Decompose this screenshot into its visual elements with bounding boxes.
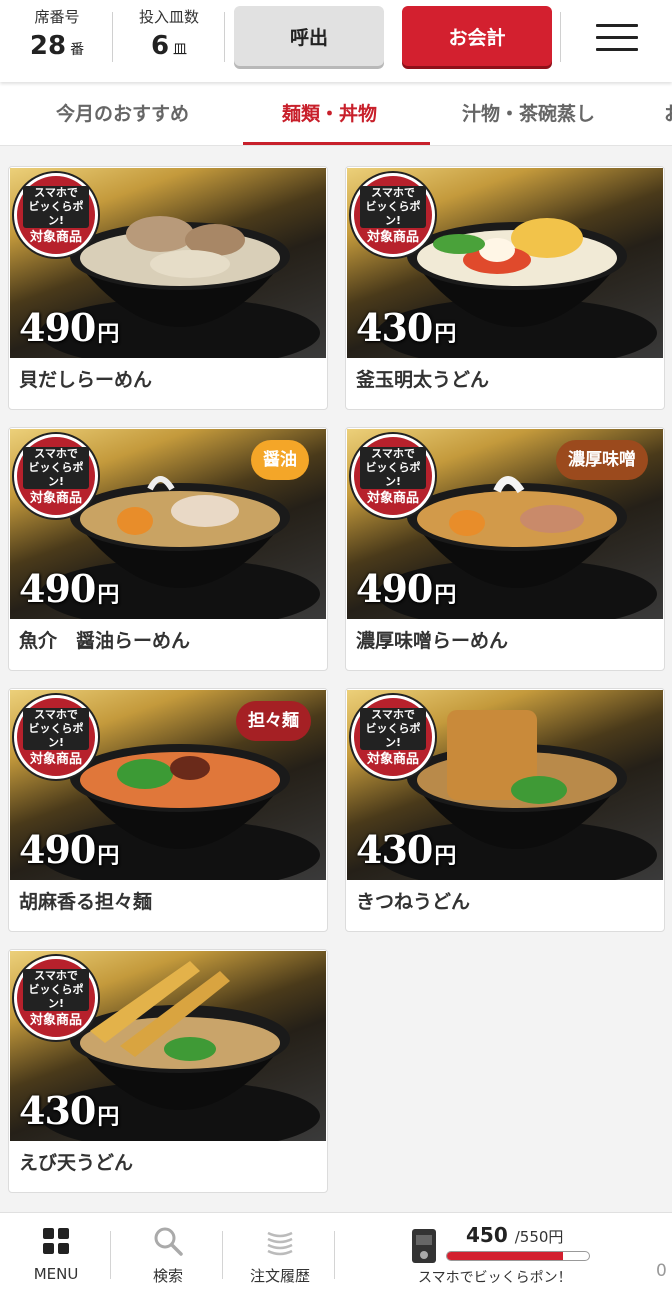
nav-divider [222,1231,223,1279]
bikkura-pon-badge: スマホで ビッくらポン! 対象商品 [14,695,98,779]
tab-monthly-recommend[interactable]: 今月のおすすめ [56,82,189,145]
hamburger-menu-icon[interactable] [596,24,638,52]
menu-item-card[interactable]: スマホで ビッくらポン! 対象商品 濃厚味噌 490円 濃厚味噌らーめん [345,427,665,671]
badge-text: 対象商品 [29,752,82,767]
item-price: 490円 [19,827,119,872]
badge-text: スマホで ビッくらポン! [360,186,426,228]
plate-count: 投入皿数 6皿 [124,6,214,61]
tab-noodles-rice-bowls[interactable]: 麺類・丼物 [282,82,377,145]
bikkura-pon-badge: スマホで ビッくらポン! 対象商品 [14,956,98,1040]
bikkura-pon-badge: スマホで ビッくらポン! 対象商品 [14,173,98,257]
menu-item-card[interactable]: スマホで ビッくらポン! 対象商品 醤油 490円 魚介 醤油らーめん [8,427,328,671]
header-divider [560,12,561,62]
points-progress-fill [447,1252,564,1260]
plate-count-value: 6皿 [150,31,188,61]
points-caption: スマホでビッくらポン！ [418,1270,572,1286]
tab-next-partial[interactable]: お [664,82,672,145]
header-divider [112,12,113,62]
stacked-plates-icon [267,1231,293,1256]
item-price: 490円 [19,566,119,611]
nav-search[interactable]: 検索 [128,1213,208,1297]
menu-item-card[interactable]: スマホで ビッくらポン! 対象商品 430円 釜玉明太うどん [345,166,665,410]
badge-text: スマホで ビッくらポン! [23,969,89,1011]
item-name: きつねうどん [356,891,471,913]
bikkura-pon-badge: スマホで ビッくらポン! 対象商品 [14,434,98,518]
bikkura-pon-badge: スマホで ビッくらポン! 対象商品 [351,434,435,518]
badge-text: スマホで ビッくらポン! [23,708,89,750]
item-price: 490円 [356,566,456,611]
search-icon [154,1227,183,1256]
tab-soups-chawanmushi[interactable]: 汁物・茶碗蒸し [462,82,595,145]
badge-text: 対象商品 [366,752,419,767]
seat-number-label: 席番号 [34,8,80,26]
badge-text: 対象商品 [29,1013,82,1028]
item-name: えび天うどん [19,1152,134,1174]
menu-item-card[interactable]: スマホで ビッくらポン! 対象商品 担々麺 490円 胡麻香る担々麺 [8,688,328,932]
flavor-tag: 担々麺 [236,701,311,741]
nav-menu-label: MENU [33,1265,79,1283]
menu-item-card[interactable]: スマホで ビッくらポン! 対象商品 430円 きつねうどん [345,688,665,932]
edge-counter: 0 [656,1261,667,1281]
bottom-nav: MENU 検索 注文履歴 450 /550円 スマホでビッくらポン！ 0 [0,1212,672,1296]
bikkura-pon-badge: スマホで ビッくらポン! 対象商品 [351,695,435,779]
header-bar: 席番号 28 番 投入皿数 6皿 呼出 お会計 [0,0,672,82]
badge-text: スマホで ビッくらポン! [23,186,89,228]
item-name: 魚介 醤油らーめん [19,630,191,652]
capsule-machine-icon [412,1229,436,1263]
badge-text: 対象商品 [29,491,82,506]
seat-number-value: 28 番 [29,31,85,61]
nav-search-label: 検索 [152,1267,183,1285]
points-progress-bar [446,1251,590,1261]
seat-number: 席番号 28 番 [12,6,102,61]
item-name: 濃厚味噌らーめん [356,630,509,652]
badge-text: 対象商品 [366,491,419,506]
item-name: 釜玉明太うどん [356,369,490,391]
item-price: 430円 [19,1088,119,1133]
nav-divider [110,1231,111,1279]
badge-text: スマホで ビッくらポン! [360,708,426,750]
item-name: 胡麻香る担々麺 [19,891,153,913]
badge-text: スマホで ビッくらポン! [23,447,89,489]
item-name: 貝だしらーめん [19,369,153,391]
nav-order-history-label: 注文履歴 [249,1267,310,1285]
item-price: 430円 [356,827,456,872]
points-value: 450 /550円 [466,1223,564,1247]
menu-item-card[interactable]: スマホで ビッくらポン! 対象商品 490円 貝だしらーめん [8,166,328,410]
grid-menu-icon [43,1228,69,1254]
flavor-tag: 濃厚味噌 [556,440,648,480]
plate-count-label: 投入皿数 [138,8,199,26]
badge-text: 対象商品 [366,230,419,245]
call-staff-button[interactable]: 呼出 [234,6,384,66]
badge-text: スマホで ビッくらポン! [360,447,426,489]
badge-text: 対象商品 [29,230,82,245]
header-divider [224,12,225,62]
category-tabs: 今月のおすすめ 麺類・丼物 汁物・茶碗蒸し お [0,82,672,146]
item-price: 490円 [19,305,119,350]
nav-menu[interactable]: MENU [16,1213,96,1297]
nav-order-history[interactable]: 注文履歴 [240,1213,320,1297]
checkout-button[interactable]: お会計 [402,6,552,66]
item-price: 430円 [356,305,456,350]
flavor-tag: 醤油 [251,440,309,480]
menu-item-card[interactable]: スマホで ビッくらポン! 対象商品 430円 えび天うどん [8,949,328,1193]
bikkura-pon-badge: スマホで ビッくらポン! 対象商品 [351,173,435,257]
nav-divider [334,1231,335,1279]
menu-grid: スマホで ビッくらポン! 対象商品 490円 貝だしらーめん スマホで ビッくらポン… [0,146,672,1212]
